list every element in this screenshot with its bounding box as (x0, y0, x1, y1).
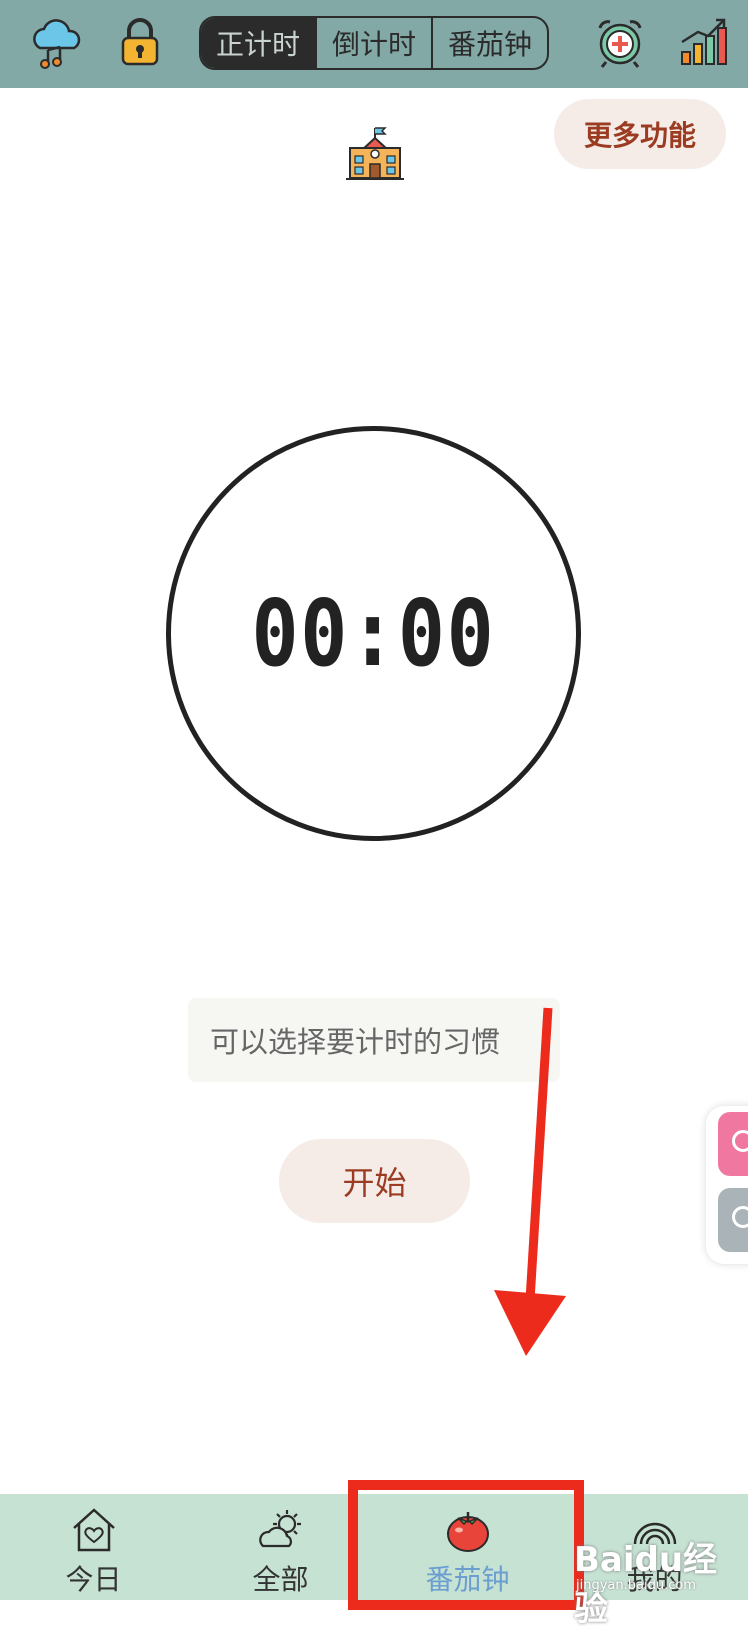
segment-pomodoro[interactable]: 番茄钟 (431, 18, 547, 68)
annotation-arrow-icon (494, 1007, 566, 1356)
alarm-clock-icon[interactable] (592, 14, 648, 70)
tab-today[interactable]: 今日 (0, 1494, 187, 1600)
bar-chart-icon[interactable] (676, 14, 732, 70)
cloud-music-icon[interactable] (30, 14, 86, 70)
sun-cloud-icon (258, 1510, 301, 1548)
timer-mode-segmented-control: 正计时 倒计时 番茄钟 (199, 16, 549, 70)
timer-dial: 00:00 (166, 426, 581, 841)
more-features-button[interactable]: 更多功能 (554, 99, 726, 169)
school-icon (346, 127, 404, 180)
segment-count-up[interactable]: 正计时 (201, 18, 315, 68)
home-heart-icon (72, 1508, 115, 1552)
tab-all-label: 全部 (252, 1563, 309, 1596)
timer-display: 00:00 (251, 580, 496, 687)
lock-icon[interactable] (112, 14, 168, 70)
add-icon[interactable] (718, 1112, 748, 1176)
top-bar: 正计时 倒计时 番茄钟 (0, 0, 748, 88)
search-icon[interactable] (718, 1188, 748, 1252)
annotation-highlight-box (348, 1480, 584, 1610)
tab-today-label: 今日 (65, 1563, 122, 1596)
start-button[interactable]: 开始 (279, 1139, 470, 1223)
tab-all[interactable]: 全部 (187, 1494, 374, 1600)
segment-countdown[interactable]: 倒计时 (315, 18, 431, 68)
watermark-url: jingyan.baidu.com (576, 1578, 696, 1593)
